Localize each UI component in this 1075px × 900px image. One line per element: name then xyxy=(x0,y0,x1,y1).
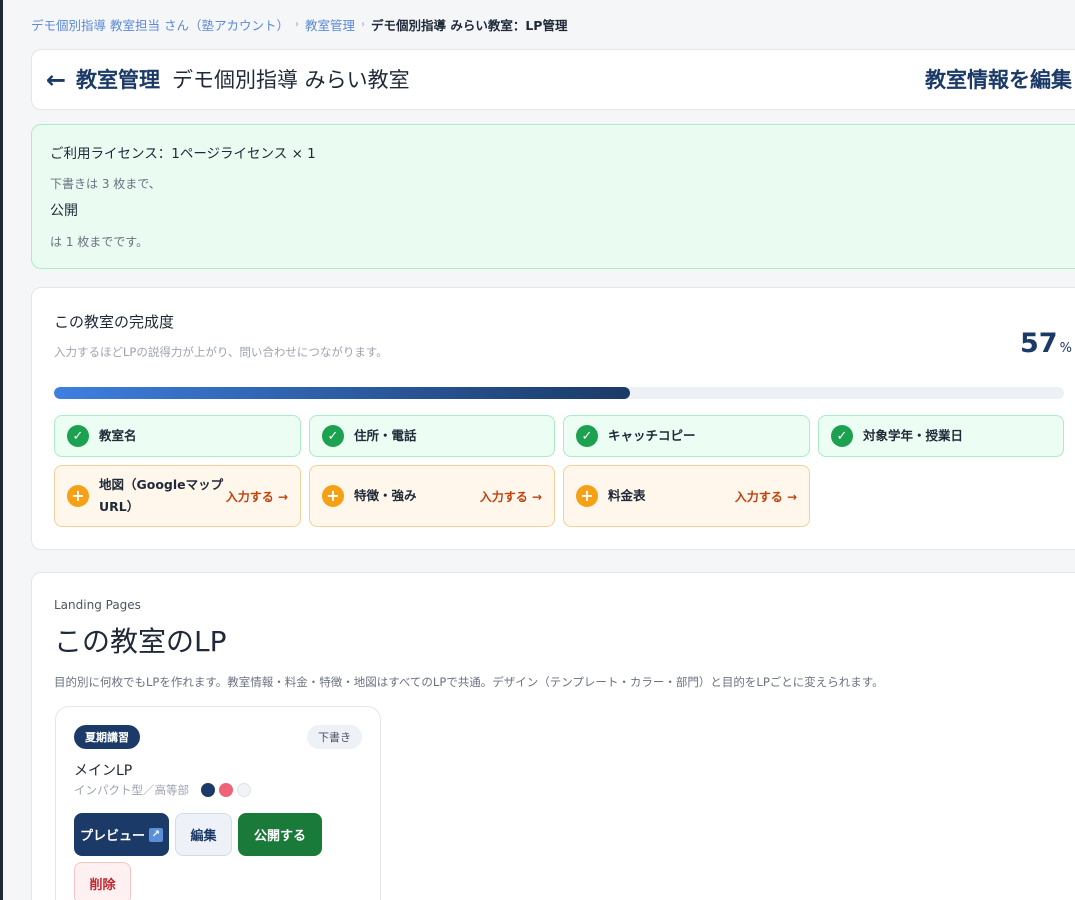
preview-button[interactable]: プレビュー ↗ xyxy=(74,813,169,856)
checklist-item-label: 地図（Googleマップ URL） xyxy=(99,477,224,514)
delete-button[interactable]: 削除 xyxy=(74,862,131,900)
classroom-name: デモ個別指導 みらい教室 xyxy=(172,68,410,92)
plus-icon: + xyxy=(67,485,89,507)
checklist-item-address-phone: ✓ 住所・電話 xyxy=(309,415,555,457)
back-arrow-icon[interactable]: ← xyxy=(46,65,66,95)
breadcrumb-account-link[interactable]: デモ個別指導 教室担当 さん（塾アカウント） xyxy=(31,15,289,34)
checklist-item-label: 料金表 xyxy=(608,488,646,503)
lp-template-info: インパクト型／高等部 xyxy=(74,783,189,797)
check-icon: ✓ xyxy=(831,425,853,447)
license-publish-label: 公開 xyxy=(50,203,78,219)
preview-button-label: プレビュー xyxy=(79,829,145,844)
enter-features-link[interactable]: 入力する → xyxy=(480,488,542,505)
lp-card: 夏期講習 下書き メインLP インパクト型／高等部 プレビュー ↗ 編集 公開す… xyxy=(55,706,381,900)
edit-button[interactable]: 編集 xyxy=(175,813,232,856)
enter-map-link[interactable]: 入力する → xyxy=(226,488,288,505)
plus-icon: + xyxy=(322,485,344,507)
breadcrumb-current: デモ個別指導 みらい教室：LP管理 xyxy=(370,17,568,33)
completion-percent-value: 57 xyxy=(1020,328,1058,359)
checklist-item-catchcopy: ✓ キャッチコピー xyxy=(563,415,810,457)
lp-section: Landing Pages この教室のLP 目的別に何枚でもLPを作れます。教室… xyxy=(31,572,1075,900)
plus-icon: + xyxy=(576,485,598,507)
checklist-item-label: 教室名 xyxy=(99,428,137,443)
breadcrumb: デモ個別指導 教室担当 さん（塾アカウント） › 教室管理 › デモ個別指導 み… xyxy=(31,14,567,34)
license-draft-limit: 下書きは 3 枚まで、 xyxy=(50,177,161,191)
enter-pricing-link[interactable]: 入力する → xyxy=(735,488,797,505)
checklist-item-features[interactable]: + 特徴・強み 入力する → xyxy=(309,465,555,527)
completion-percent-unit: % xyxy=(1059,341,1072,356)
license-publish-limit: は 1 枚までです。 xyxy=(50,235,149,249)
breadcrumb-separator: › xyxy=(360,18,365,30)
checklist-item-label: 対象学年・授業日 xyxy=(863,428,964,443)
checklist-item-grade-days: ✓ 対象学年・授業日 xyxy=(818,415,1064,457)
breadcrumb-separator: › xyxy=(294,18,299,30)
section-description: 目的別に何枚でもLPを作れます。教室情報・料金・特徴・地図はすべてのLPで共通。… xyxy=(54,675,884,689)
page-header: ← 教室管理 デモ個別指導 みらい教室 教室情報を編集 xyxy=(31,49,1075,110)
completion-progress-fill xyxy=(54,387,630,399)
lp-name: メインLP xyxy=(74,763,133,779)
license-notice: ご利用ライセンス：1ページライセンス × 1 下書きは 3 枚まで、 公開 は … xyxy=(31,124,1075,269)
checklist-item-label: 住所・電話 xyxy=(354,428,417,443)
page-title[interactable]: 教室管理 xyxy=(76,66,160,94)
checklist-item-label: キャッチコピー xyxy=(608,428,696,443)
completion-title: この教室の完成度 xyxy=(54,313,175,331)
checklist-item-classroom-name: ✓ 教室名 xyxy=(54,415,301,457)
check-icon: ✓ xyxy=(576,425,598,447)
color-swatch-base xyxy=(237,783,251,797)
check-icon: ✓ xyxy=(322,425,344,447)
lp-meta: インパクト型／高等部 xyxy=(74,782,251,798)
section-kicker: Landing Pages xyxy=(54,598,141,612)
check-icon: ✓ xyxy=(67,425,89,447)
completion-description: 入力するほどLPの説得力が上がり、問い合わせにつながります。 xyxy=(54,345,388,359)
window-edge xyxy=(0,0,3,900)
edit-classroom-link[interactable]: 教室情報を編集 xyxy=(925,66,1072,94)
checklist-item-map[interactable]: + 地図（Googleマップ URL） 入力する → xyxy=(54,465,301,527)
color-swatch-accent xyxy=(219,783,233,797)
lp-purpose-tag: 夏期講習 xyxy=(74,725,140,749)
breadcrumb-classroom-link[interactable]: 教室管理 xyxy=(305,15,355,34)
section-title: この教室のLP xyxy=(54,625,227,658)
status-badge: 下書き xyxy=(307,725,362,749)
checklist-item-label: 特徴・強み xyxy=(354,488,417,503)
completion-card: この教室の完成度 入力するほどLPの説得力が上がり、問い合わせにつながります。 … xyxy=(31,287,1075,550)
color-swatch-primary xyxy=(201,783,215,797)
external-link-icon: ↗ xyxy=(149,827,163,842)
publish-button[interactable]: 公開する xyxy=(238,813,322,856)
completion-percent: 57% xyxy=(1020,328,1072,359)
completion-progress-bar xyxy=(54,387,1064,399)
license-summary: ご利用ライセンス：1ページライセンス × 1 xyxy=(50,146,316,162)
checklist-item-pricing[interactable]: + 料金表 入力する → xyxy=(563,465,810,527)
